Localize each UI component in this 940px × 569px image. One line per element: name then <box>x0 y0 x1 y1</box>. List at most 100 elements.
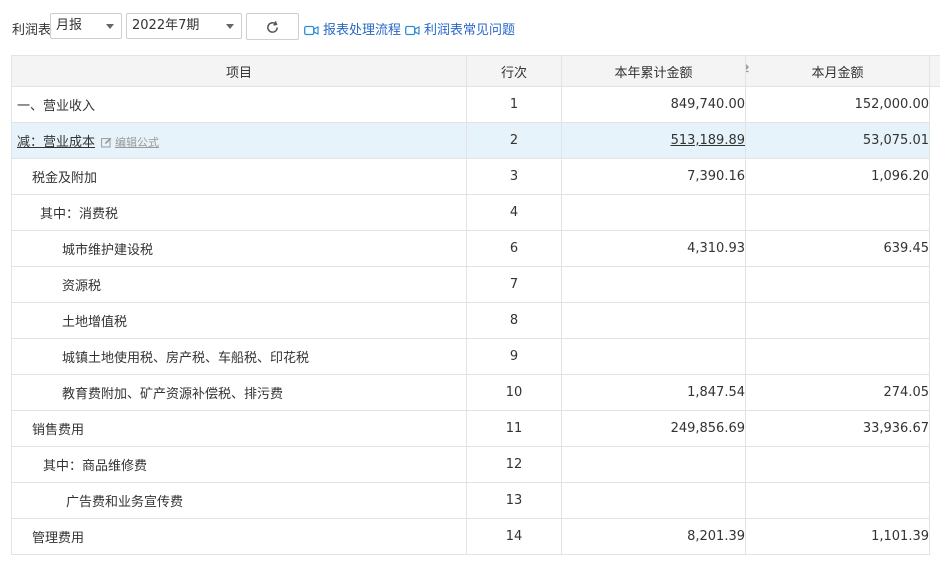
row-month-amount[interactable]: 33,936.67 <box>745 410 930 447</box>
header-month-amount: ⇄ 本月金额 <box>745 55 930 87</box>
period-type-value: 月报 <box>56 18 83 33</box>
table-row: 销售费用 11 249,856.69 33,936.67 <box>11 410 940 447</box>
process-link-label: 报表处理流程 <box>323 23 402 38</box>
row-item-name: 其中：商品维修费 <box>11 446 467 483</box>
row-item-name: 土地增值税 <box>11 302 467 339</box>
row-item-name: 一、营业收入 <box>11 86 467 123</box>
row-number: 1 <box>466 86 562 123</box>
row-item-name: 税金及附加 <box>11 158 467 195</box>
row-item-name: 城市维护建设税 <box>11 230 467 267</box>
table-row: 减：营业成本 编辑公式 2 513,189.89 53,075.01 <box>11 122 940 159</box>
row-number: 4 <box>466 194 562 231</box>
video-icon <box>304 25 319 40</box>
row-spacer <box>930 411 940 447</box>
header-month-label: 本月金额 <box>811 65 864 81</box>
row-item-name: 其中：消费税 <box>11 194 467 231</box>
header-ytd-amount: 本年累计金额 <box>561 55 746 87</box>
row-number: 3 <box>466 158 562 195</box>
row-spacer <box>930 195 940 231</box>
edit-formula-link[interactable]: 编辑公式 <box>101 136 159 149</box>
table-row: 教育费附加、矿产资源补偿税、排污费 10 1,847.54 274.05 <box>11 374 940 411</box>
table-row: 土地增值税 8 <box>11 302 940 339</box>
swap-columns-icon[interactable]: ⇄ <box>747 60 750 78</box>
row-ytd-amount[interactable] <box>561 482 746 519</box>
row-month-amount[interactable] <box>745 338 930 375</box>
row-month-amount[interactable] <box>745 266 930 303</box>
row-spacer <box>930 483 940 519</box>
row-ytd-amount[interactable]: 1,847.54 <box>561 374 746 411</box>
row-ytd-amount[interactable]: 4,310.93 <box>561 230 746 267</box>
row-month-amount[interactable] <box>745 302 930 339</box>
faq-link-label: 利润表常见问题 <box>424 23 516 38</box>
row-spacer <box>930 519 940 555</box>
row-ytd-amount[interactable]: 849,740.00 <box>561 86 746 123</box>
row-number: 12 <box>466 446 562 483</box>
row-number: 2 <box>466 122 562 159</box>
table-row: 城市维护建设税 6 4,310.93 639.45 <box>11 230 940 267</box>
row-item-name: 管理费用 <box>11 518 467 555</box>
row-number: 10 <box>466 374 562 411</box>
table-row: 资源税 7 <box>11 266 940 303</box>
row-spacer <box>930 159 940 195</box>
row-ytd-amount[interactable] <box>561 194 746 231</box>
row-spacer <box>930 87 940 123</box>
row-spacer <box>930 303 940 339</box>
table-row: 税金及附加 3 7,390.16 1,096.20 <box>11 158 940 195</box>
row-number: 9 <box>466 338 562 375</box>
row-spacer <box>930 231 940 267</box>
edit-formula-label: 编辑公式 <box>115 135 160 149</box>
table-row: 其中：商品维修费 12 <box>11 446 940 483</box>
row-month-amount[interactable]: 1,096.20 <box>745 158 930 195</box>
row-month-amount[interactable]: 152,000.00 <box>745 86 930 123</box>
row-number: 7 <box>466 266 562 303</box>
row-ytd-amount[interactable]: 513,189.89 <box>671 133 745 148</box>
row-month-amount[interactable]: 53,075.01 <box>745 122 930 159</box>
table-row: 一、营业收入 1 849,740.00 152,000.00 <box>11 86 940 123</box>
row-item-name: 资源税 <box>11 266 467 303</box>
row-month-amount[interactable]: 274.05 <box>745 374 930 411</box>
row-number: 14 <box>466 518 562 555</box>
row-spacer <box>930 375 940 411</box>
row-spacer <box>929 122 940 159</box>
faq-link[interactable]: 利润表常见问题 <box>405 19 515 40</box>
income-statement-table: 项目 行次 本年累计金额 ⇄ 本月金额 一、营业收入 1 849,740.00 … <box>11 55 940 555</box>
header-row-number: 行次 <box>466 55 562 87</box>
header-ytd-label: 本年累计金额 <box>614 65 693 81</box>
row-number: 11 <box>466 410 562 447</box>
chevron-down-icon <box>226 24 234 29</box>
table-row: 管理费用 14 8,201.39 1,101.39 <box>11 518 940 555</box>
table-row: 广告费和业务宣传费 13 <box>11 482 940 519</box>
row-item-name-cell: 减：营业成本 编辑公式 <box>11 122 467 159</box>
period-type-select[interactable]: 月报 <box>50 13 122 39</box>
table-header-row: 项目 行次 本年累计金额 ⇄ 本月金额 <box>11 55 940 87</box>
row-item-name: 城镇土地使用税、房产税、车船税、印花税 <box>11 338 467 375</box>
period-select[interactable]: 2022年7期 <box>126 13 242 39</box>
row-month-amount[interactable] <box>745 446 930 483</box>
process-link[interactable]: 报表处理流程 <box>304 19 401 40</box>
row-ytd-amount-cell: 513,189.89 <box>561 122 746 159</box>
row-ytd-amount[interactable] <box>561 446 746 483</box>
row-ytd-amount[interactable]: 7,390.16 <box>561 158 746 195</box>
row-ytd-amount[interactable] <box>561 266 746 303</box>
row-ytd-amount[interactable] <box>561 302 746 339</box>
report-label: 利润表 <box>12 23 52 38</box>
row-number: 8 <box>466 302 562 339</box>
row-number: 13 <box>466 482 562 519</box>
row-ytd-amount[interactable]: 8,201.39 <box>561 518 746 555</box>
refresh-button[interactable] <box>246 13 299 40</box>
row-month-amount[interactable] <box>745 194 930 231</box>
table-row: 其中：消费税 4 <box>11 194 940 231</box>
row-ytd-amount[interactable]: 249,856.69 <box>561 410 746 447</box>
row-spacer <box>930 447 940 483</box>
row-month-amount[interactable]: 1,101.39 <box>745 518 930 555</box>
row-spacer <box>930 267 940 303</box>
refresh-icon <box>267 21 278 33</box>
row-month-amount[interactable]: 639.45 <box>745 230 930 267</box>
video-icon <box>405 25 420 40</box>
row-month-amount[interactable] <box>745 482 930 519</box>
edit-icon <box>101 137 112 151</box>
row-item-name[interactable]: 减：营业成本 <box>17 135 95 150</box>
row-item-name: 广告费和业务宣传费 <box>11 482 467 519</box>
period-value: 2022年7期 <box>132 18 200 33</box>
row-ytd-amount[interactable] <box>561 338 746 375</box>
